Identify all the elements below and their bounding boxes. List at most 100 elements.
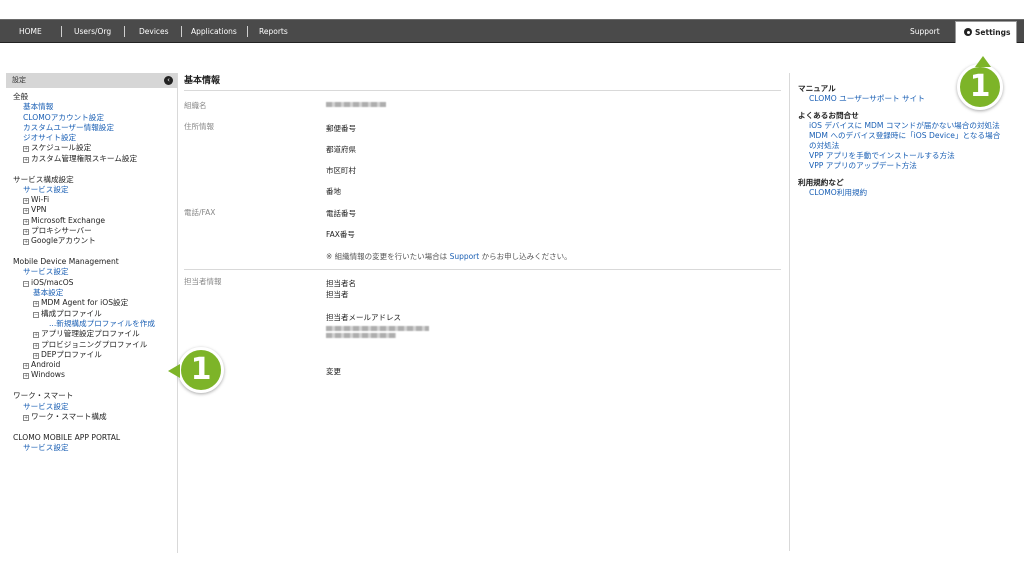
sidebar-item[interactable]: CLOMOアカウント設定 [13, 113, 177, 123]
sidebar-item[interactable]: + VPN [13, 205, 177, 215]
sidebar-item-label: ワーク・スマート構成 [31, 411, 107, 421]
contact-name-value: 担当者 [326, 290, 349, 299]
sidebar-item-label: ...新規構成プロファイルを作成 [49, 318, 155, 328]
sidebar-item[interactable]: + MDM Agent for iOS設定 [13, 298, 177, 308]
terms-heading: 利用規約など [798, 178, 844, 187]
contact-email-label: 担当者メールアドレス [326, 313, 401, 322]
street-label: 番地 [326, 187, 341, 196]
expand-icon[interactable]: + [23, 373, 29, 380]
sidebar-item[interactable]: サービス設定 [13, 185, 177, 195]
sidebar-item[interactable]: ジオサイト設定 [13, 133, 177, 143]
sidebar-group-title: CLOMO MOBILE APP PORTAL [13, 432, 121, 442]
callout-pointer [168, 364, 180, 378]
nav-users-org[interactable]: Users/Org [74, 20, 111, 43]
sidebar-item-label: サービス設定 [23, 267, 69, 277]
expand-icon[interactable]: + [23, 363, 29, 370]
collapse-sidebar-icon[interactable]: ‹ [164, 76, 173, 85]
sidebar-item[interactable]: + Googleアカウント [13, 236, 177, 246]
expand-icon[interactable]: + [23, 208, 29, 215]
sidebar-item[interactable]: + Microsoft Exchange [13, 216, 177, 226]
change-link[interactable]: 変更 [326, 366, 341, 377]
nav-applications[interactable]: Applications [191, 20, 237, 43]
sidebar-item[interactable]: 基本情報 [13, 102, 177, 112]
sidebar-item-label: プロキシサーバー [31, 226, 92, 236]
faq-link[interactable]: VPP アプリのアップデート方法 [798, 161, 1018, 171]
address-label: 住所情報 [184, 122, 214, 131]
faq-link[interactable]: iOS デバイスに MDM コマンドが届かない場合の対処法 [798, 121, 1018, 131]
settings-sidebar: 設定 ‹ 全般 基本情報 CLOMOアカウント設定 カスタムユーザー情報設定 ジオサイト… [6, 73, 178, 553]
sidebar-item[interactable]: + プロキシサーバー [13, 226, 177, 236]
sidebar-item[interactable]: + カスタム管理権限スキーム設定 [13, 154, 177, 164]
faq-link[interactable]: MDM へのデバイス登録時に「iOS Device」となる場合の対処法 [798, 131, 1018, 151]
sidebar-item-label: VPN [31, 205, 47, 215]
sidebar-header: 設定 ‹ [6, 73, 177, 88]
sidebar-item[interactable]: 基本設定 [13, 288, 177, 298]
sidebar-item[interactable]: サービス設定 [13, 443, 177, 453]
sidebar-group-title: サービス構成設定 [13, 174, 74, 184]
sidebar-item-label: ジオサイト設定 [23, 133, 77, 143]
city-label: 市区町村 [326, 166, 356, 175]
sidebar-item[interactable]: + Wi-Fi [13, 195, 177, 205]
sidebar-item[interactable]: − 構成プロファイル [13, 309, 177, 319]
contact-email-value-redacted-2 [326, 333, 396, 338]
gear-icon [964, 28, 972, 36]
sidebar-item-label: Windows [31, 370, 65, 380]
sidebar-item[interactable]: + アプリ管理設定プロファイル [13, 329, 177, 339]
nav-devices[interactable]: Devices [139, 20, 169, 43]
sidebar-item[interactable]: ...新規構成プロファイルを作成 [13, 319, 177, 329]
callout-pointer [975, 56, 991, 67]
nav-reports[interactable]: Reports [259, 20, 288, 43]
expand-icon[interactable]: + [23, 218, 29, 225]
sidebar-title: 設定 [12, 76, 26, 84]
sidebar-item[interactable]: + Android [13, 360, 177, 370]
top-nav-bar: HOME Users/Org Devices Applications Repo… [0, 19, 1024, 43]
sidebar-item[interactable]: + スケジュール設定 [13, 143, 177, 153]
sidebar-item[interactable]: サービス設定 [13, 402, 177, 412]
change-note-suffix: からお申し込みください。 [479, 252, 572, 261]
sidebar-item[interactable]: + DEPプロファイル [13, 350, 177, 360]
faq-link[interactable]: VPP アプリを手動でインストールする方法 [798, 151, 1018, 161]
expand-icon[interactable]: + [23, 229, 29, 236]
sidebar-item[interactable]: サービス設定 [13, 267, 177, 277]
contact-email-value-redacted [326, 326, 429, 331]
nav-home[interactable]: HOME [19, 20, 42, 43]
sidebar-item-label: サービス設定 [23, 184, 69, 194]
terms-link[interactable]: CLOMO利用規約 [798, 188, 1018, 198]
sidebar-item[interactable]: + ワーク・スマート構成 [13, 412, 177, 422]
expand-icon[interactable]: + [23, 239, 29, 246]
sidebar-item-label: カスタムユーザー情報設定 [23, 122, 114, 132]
settings-tab[interactable]: Settings [955, 21, 1017, 43]
phone-fax-label: 電話/FAX [184, 208, 216, 217]
page-title: 基本情報 [184, 73, 781, 91]
nav-separator [181, 26, 182, 37]
faq-heading: よくあるお問合せ [798, 111, 859, 120]
expand-icon[interactable]: + [33, 301, 39, 308]
sidebar-item[interactable]: カスタムユーザー情報設定 [13, 123, 177, 133]
expand-icon[interactable]: + [23, 414, 29, 421]
sidebar-item-label: MDM Agent for iOS設定 [41, 298, 129, 308]
sidebar-item[interactable]: + Windows [13, 370, 177, 380]
sidebar-item-label: アプリ管理設定プロファイル [41, 329, 140, 339]
sidebar-item[interactable]: − iOS/macOS [13, 278, 177, 288]
support-link[interactable]: Support [450, 252, 480, 261]
sidebar-item-label: DEPプロファイル [41, 349, 102, 359]
expand-icon[interactable]: + [23, 198, 29, 205]
sidebar-group-title: ワーク・スマート [13, 391, 74, 401]
sidebar-item[interactable]: + プロビジョニングプロファイル [13, 340, 177, 350]
expand-icon[interactable]: + [33, 352, 39, 359]
collapse-icon[interactable]: − [33, 311, 39, 318]
contact-name-label: 担当者名 [326, 279, 356, 288]
collapse-icon[interactable]: − [23, 280, 29, 287]
sidebar-item-label: iOS/macOS [31, 277, 74, 287]
nav-support[interactable]: Support [910, 20, 940, 43]
callout-badge: 1 [178, 347, 224, 393]
expand-icon[interactable]: + [23, 146, 29, 153]
sidebar-item-label: 基本情報 [23, 102, 54, 112]
sidebar-item-label: CLOMOアカウント設定 [23, 112, 104, 122]
expand-icon[interactable]: + [23, 156, 29, 163]
expand-icon[interactable]: + [33, 332, 39, 339]
expand-icon[interactable]: + [33, 342, 39, 349]
